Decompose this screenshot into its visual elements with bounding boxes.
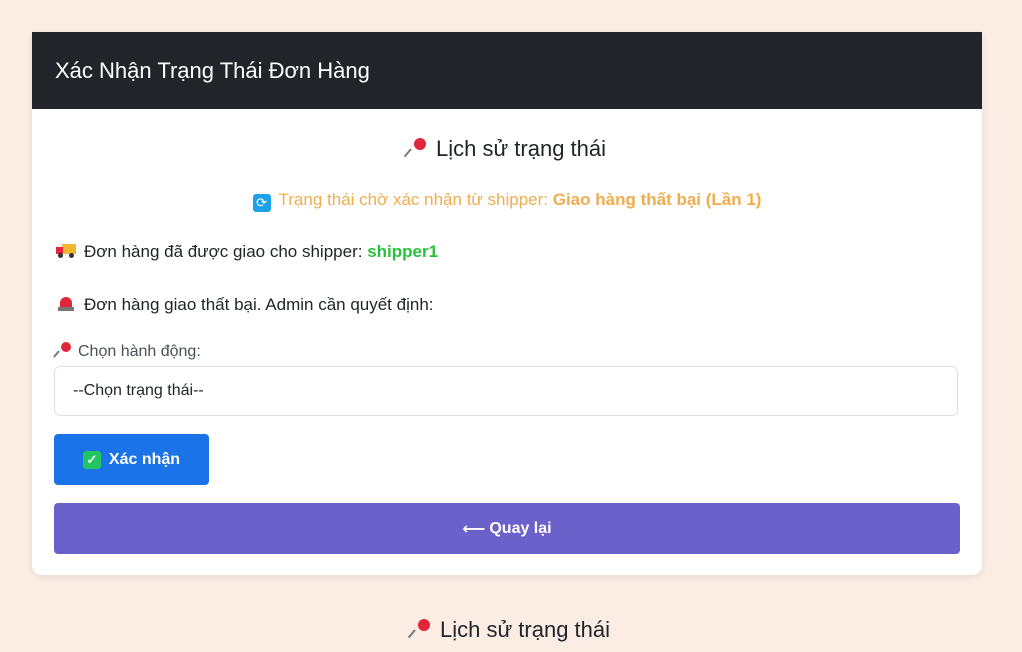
history-title: Lịch sử trạng thái — [32, 136, 982, 162]
back-button[interactable]: ⟵ Quay lại — [54, 503, 960, 554]
action-label: Chọn hành động: — [53, 342, 201, 361]
assigned-text: Đơn hàng đã được giao cho shipper: — [84, 242, 368, 261]
action-select-value: --Chọn trạng thái-- — [73, 382, 204, 399]
status-prefix: Trạng thái chờ xác nhận từ shipper: — [278, 190, 553, 209]
confirm-button[interactable]: ✓ Xác nhận — [54, 434, 209, 485]
shipper-name: shipper1 — [367, 242, 439, 261]
history-title-text: Lịch sử trạng thái — [435, 136, 607, 161]
pushpin-icon — [53, 342, 72, 358]
refresh-icon: ⟳ — [252, 194, 271, 212]
outer-history-title: Lịch sử trạng thái — [0, 617, 1022, 643]
assigned-shipper-line: Đơn hàng đã được giao cho shipper: shipp… — [56, 242, 438, 262]
back-label: Quay lại — [489, 519, 552, 537]
failed-delivery-line: Đơn hàng giao thất bại. Admin cần quyết … — [56, 294, 434, 315]
status-value: Giao hàng thất bại (Lần 1) — [552, 190, 762, 209]
pushpin-icon — [403, 138, 428, 158]
check-icon: ✓ — [82, 450, 101, 469]
action-select[interactable]: --Chọn trạng thái-- — [54, 366, 958, 416]
truck-icon — [56, 244, 76, 258]
arrow-left-icon: ⟵ — [462, 520, 486, 538]
failed-text: Đơn hàng giao thất bại. Admin cần quyết … — [84, 295, 434, 314]
action-label-text: Chọn hành động: — [78, 343, 201, 360]
confirm-label: Xác nhận — [108, 450, 181, 468]
page-title: Xác Nhận Trạng Thái Đơn Hàng — [55, 57, 370, 83]
pushpin-icon — [407, 619, 432, 639]
card-header: Xác Nhận Trạng Thái Đơn Hàng — [32, 32, 982, 109]
order-status-card: Xác Nhận Trạng Thái Đơn Hàng Lịch sử trạ… — [32, 32, 982, 575]
pending-status: ⟳ Trạng thái chờ xác nhận từ shipper: Gia… — [32, 190, 982, 212]
outer-history-title-text: Lịch sử trạng thái — [439, 617, 611, 642]
siren-icon — [56, 294, 76, 312]
